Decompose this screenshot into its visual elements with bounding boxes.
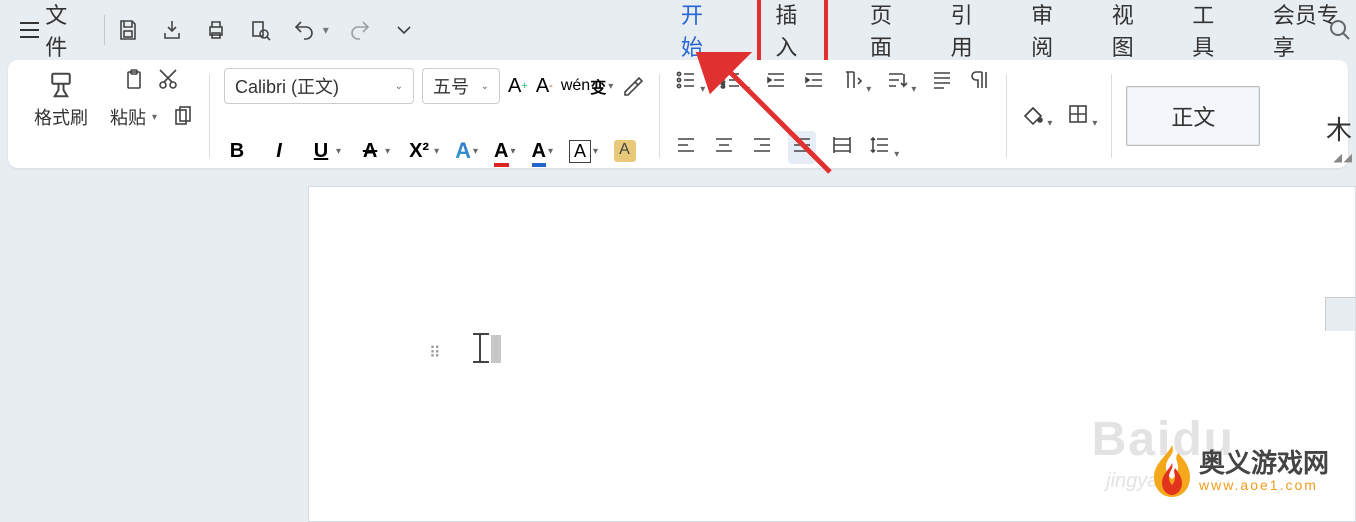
print-icon[interactable] [203, 17, 229, 43]
paste-button[interactable]: 粘贴▾ [106, 102, 161, 132]
cut-visual-edge: 木 [1326, 110, 1352, 147]
search-icon[interactable] [1328, 18, 1352, 47]
align-justify-icon[interactable] [788, 131, 816, 164]
file-label: 文件 [45, 0, 84, 62]
redo-icon[interactable] [347, 17, 373, 43]
bullets-icon[interactable]: ▾ [674, 68, 705, 97]
align-left-icon[interactable] [674, 133, 698, 162]
text-direction-icon[interactable]: ▾ [840, 68, 871, 97]
styles-group-launcher[interactable]: ◢ [1344, 151, 1352, 164]
paste-icon[interactable] [122, 68, 146, 92]
margin-corner [1325, 297, 1355, 331]
hamburger-icon [20, 22, 39, 38]
site-watermark: 奥义游戏网 www.aoe1.com [1151, 443, 1329, 499]
shading-icon[interactable]: ▾ [1021, 102, 1052, 131]
strikethrough-button[interactable]: A▾ [357, 140, 390, 163]
font-name-select[interactable]: Calibri (正文)⌄ [224, 68, 414, 104]
paragraph-group-launcher[interactable]: ◢ [1334, 151, 1342, 164]
undo-icon[interactable] [291, 17, 317, 43]
decrease-indent-icon[interactable] [764, 68, 788, 97]
format-painter-label: 格式刷 [34, 104, 88, 130]
italic-button[interactable]: I [266, 140, 292, 163]
phonetic-guide-icon[interactable]: wén变▾ [561, 74, 613, 98]
file-menu-button[interactable]: 文件 [10, 0, 94, 68]
style-normal[interactable]: 正文 [1126, 86, 1260, 146]
document-page[interactable]: ⠿ Baidu jingyan. 奥义游戏网 www.aoe1.com [308, 186, 1356, 522]
more-dropdown-icon[interactable] [391, 17, 417, 43]
divider [104, 15, 105, 45]
font-size-select[interactable]: 五号⌄ [422, 68, 500, 104]
distribute-icon[interactable] [830, 133, 854, 162]
paragraph-mark-icon[interactable] [968, 68, 992, 97]
numbering-icon[interactable]: 123▾ [719, 68, 750, 97]
export-icon[interactable] [159, 17, 185, 43]
cut-icon[interactable] [156, 68, 180, 92]
underline-button[interactable]: U▾ [308, 140, 341, 163]
caret-icon [491, 335, 501, 363]
save-icon[interactable] [115, 17, 141, 43]
site-url: www.aoe1.com [1199, 478, 1329, 493]
superscript-button[interactable]: X²▾ [406, 140, 439, 163]
border-icon[interactable]: ▾ [1066, 102, 1097, 131]
sort-icon[interactable]: ▾ [885, 68, 916, 97]
increase-indent-icon[interactable] [802, 68, 826, 97]
print-preview-icon[interactable] [247, 17, 273, 43]
flame-icon [1151, 443, 1193, 499]
text-effect-button[interactable]: A▾ [455, 138, 478, 164]
svg-text:3: 3 [721, 83, 725, 90]
copy-icon[interactable] [171, 105, 195, 129]
font-color-button[interactable]: A▾ [494, 140, 515, 163]
line-spacing-icon[interactable]: ▾ [868, 133, 899, 162]
table-anchor-icon[interactable]: ⠿ [429, 343, 443, 363]
highlight-color-button[interactable]: A▾ [532, 140, 553, 163]
align-right-icon[interactable] [750, 133, 774, 162]
clear-format-icon[interactable] [621, 74, 645, 98]
site-name: 奥义游戏网 [1199, 449, 1329, 478]
char-shading-button[interactable]: A [614, 140, 636, 162]
shrink-font-icon[interactable]: A- [536, 75, 553, 98]
grow-font-icon[interactable]: A+ [508, 75, 528, 98]
bold-button[interactable]: B [224, 140, 250, 163]
format-painter-button[interactable]: 格式刷 [30, 68, 92, 164]
show-marks-icon[interactable] [930, 68, 954, 97]
undo-dropdown[interactable]: ▾ [323, 23, 329, 37]
align-center-icon[interactable] [712, 133, 736, 162]
char-border-button[interactable]: A▾ [569, 140, 598, 163]
